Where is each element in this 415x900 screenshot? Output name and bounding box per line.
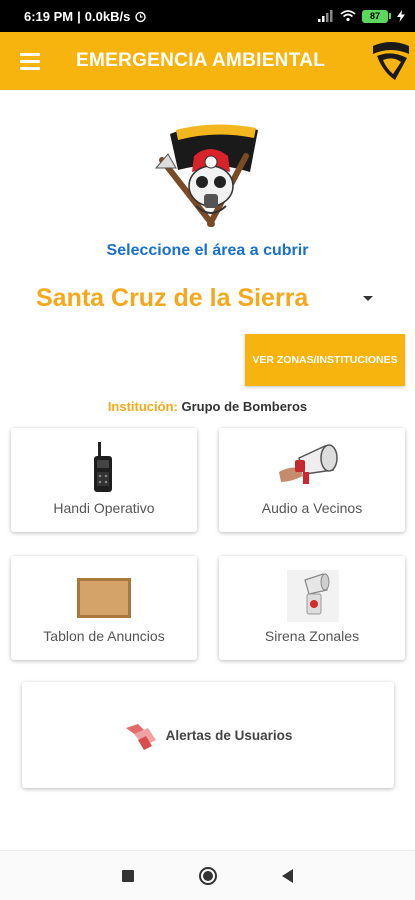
handshake-icon [125,724,156,750]
app-title: EMERGENCIA AMBIENTAL [76,50,326,71]
megaphone-icon [279,444,338,484]
area-prompt: Seleccione el área a cubrir [106,242,309,259]
handi-operativo-card[interactable]: Handi Operativo [11,428,197,532]
tablon-anuncios-label: Tablon de Anuncios [43,628,165,644]
home-icon[interactable] [198,866,217,885]
firefighter-emblem-icon [154,124,258,227]
hamburger-menu-icon[interactable] [0,32,60,90]
battery-level: 87 [362,9,388,23]
handi-operativo-label: Handi Operativo [53,500,155,516]
status-time: 6:19 PM [24,8,74,24]
sirena-zonales-label: Sirena Zonales [264,628,360,644]
recent-apps-icon[interactable] [122,869,135,882]
battery-icon: 87 [362,9,391,23]
status-separator: | [77,8,81,24]
institution-value: Grupo de Bomberos [181,399,308,414]
selected-city: Santa Cruz de la Sierra [36,283,309,312]
status-bar: 6:19 PM | 0.0kB/s 87 [0,0,415,32]
audio-vecinos-card[interactable]: Audio a Vecinos [219,428,405,532]
back-icon[interactable] [281,868,293,883]
charging-icon [397,10,405,22]
alarm-icon [135,11,147,22]
radio-icon [94,442,112,492]
status-network-speed: 0.0kB/s [84,8,131,24]
wifi-icon [340,10,356,22]
app-screen: 6:19 PM | 0.0kB/s 87 EMERGENCIA AMBIENTA… [0,0,415,900]
sirena-zonales-card[interactable]: Sirena Zonales [219,556,405,660]
tablon-anuncios-card[interactable]: Tablon de Anuncios [11,556,197,660]
city-dropdown[interactable]: Santa Cruz de la Sierra [36,280,381,316]
institution-label: Institución: [107,399,178,414]
siren-icon [287,570,339,622]
dropdown-arrow-icon [363,295,373,301]
alertas-usuarios-card[interactable]: Alertas de Usuarios [22,682,394,788]
system-nav-bar [0,850,415,900]
shield-logo-icon [373,42,409,80]
alertas-usuarios-label: Alertas de Usuarios [165,727,293,743]
app-bar: EMERGENCIA AMBIENTAL [0,32,415,90]
view-zones-button[interactable]: VER ZONAS/INSTITUCIONES [245,334,405,386]
corkboard-icon [77,578,131,618]
signal-icon [318,10,333,22]
institution-info: Institución: Grupo de Bomberos [0,399,415,414]
audio-vecinos-label: Audio a Vecinos [261,500,363,516]
